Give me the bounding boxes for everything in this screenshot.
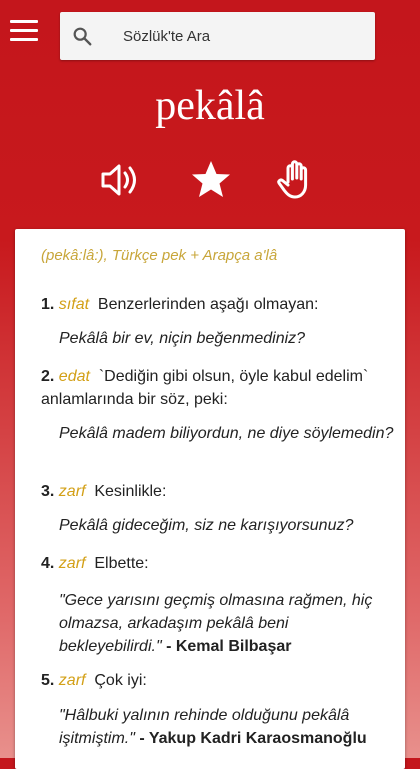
action-bar <box>0 158 420 202</box>
sense-definition: Benzerlerinden aşağı olmayan: <box>97 296 319 313</box>
example-text: Pekâlâ gideceğim, siz ne karışıyorsunuz? <box>59 517 354 534</box>
speaker-icon[interactable] <box>99 158 143 202</box>
sense-4: 4. zarf Elbette: <box>41 552 391 575</box>
search-icon <box>73 27 92 46</box>
example-author: - Kemal Bilbaşar <box>166 638 292 655</box>
sense-5: 5. zarf Çok iyi: <box>41 669 391 692</box>
search-bar[interactable] <box>60 12 375 60</box>
example-3: Pekâlâ gideceğim, siz ne karışıyorsunuz? <box>59 514 395 537</box>
example-1: Pekâlâ bir ev, niçin beğenmediniz? <box>59 327 395 350</box>
sense-number: 4. <box>41 555 55 572</box>
part-of-speech: edat <box>58 368 90 385</box>
sense-definition: Elbette: <box>94 555 149 572</box>
sense-number: 5. <box>41 672 55 689</box>
star-icon[interactable] <box>189 158 233 202</box>
hand-icon[interactable] <box>275 158 319 202</box>
search-input[interactable] <box>121 26 355 46</box>
menu-icon[interactable] <box>10 20 38 42</box>
part-of-speech: zarf <box>58 483 86 500</box>
sense-definition: Çok iyi: <box>94 672 147 689</box>
part-of-speech: zarf <box>58 555 86 572</box>
example-text: Pekâlâ madem biliyordun, ne diye söyleme… <box>59 425 394 442</box>
sense-3: 3. zarf Kesinlikle: <box>41 480 391 503</box>
sense-2: 2. edat `Dediğin gibi olsun, öyle kabul … <box>41 365 391 411</box>
sense-number: 3. <box>41 483 55 500</box>
example-2: Pekâlâ madem biliyordun, ne diye söyleme… <box>59 422 395 445</box>
example-4: "Gece yarısını geçmiş olmasına rağmen, h… <box>59 589 395 658</box>
sense-number: 1. <box>41 296 55 313</box>
example-5: "Hâlbuki yalının rehinde olduğunu pekâlâ… <box>59 704 395 750</box>
example-text: Pekâlâ bir ev, niçin beğenmediniz? <box>59 330 306 347</box>
part-of-speech: zarf <box>58 672 86 689</box>
sense-1: 1. sıfat Benzerlerinden aşağı olmayan: <box>41 293 391 316</box>
headword: pekâlâ <box>155 83 265 129</box>
sense-number: 2. <box>41 368 55 385</box>
example-author: - Yakup Kadri Karaosmanoğlu <box>139 730 367 747</box>
etymology: (pekâ:lâ:), Türkçe pek + Arapça a'lâ <box>41 247 278 264</box>
part-of-speech: sıfat <box>58 296 90 313</box>
sense-definition: `Dediğin gibi olsun, öyle kabul edelim` … <box>41 368 369 408</box>
definition-card: (pekâ:lâ:), Türkçe pek + Arapça a'lâ 1. … <box>15 229 405 769</box>
sense-definition: Kesinlikle: <box>94 483 167 500</box>
